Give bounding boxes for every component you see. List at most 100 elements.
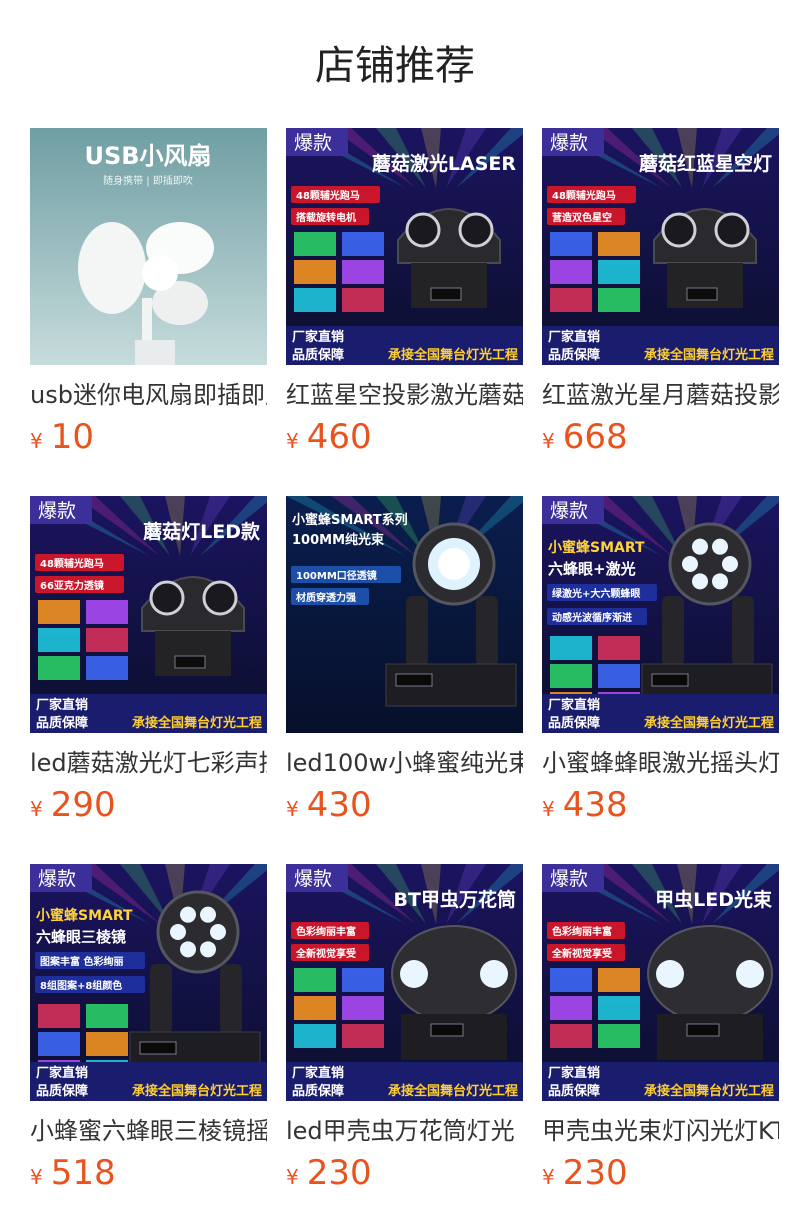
thumb-tag: 材质穿透力强 [296,591,356,604]
product-title[interactable]: led100w小蜂蜜纯光束 [286,746,523,780]
thumb-footer-left: 品质保障 [548,715,600,731]
currency-symbol: ¥ [542,797,555,821]
thumb-footer-left: 品质保障 [36,715,88,731]
thumb-badge: 爆款 [550,132,588,154]
thumb-badge: 爆款 [294,132,332,154]
product-image[interactable]: 爆款 小蜜蜂SMART 六蜂眼三棱镜 图案丰富 色彩绚丽 8组图案+8组颜色 厂家直销 品质… [30,864,267,1101]
page-title: 店铺推荐 [315,43,475,89]
product-price: ¥ 438 [542,785,628,825]
product-image[interactable]: USB小风扇随身携带 | 即插即吹 [30,128,267,365]
product-thumbnail: 爆款蘑菇激光LASER 48颗辅光跑马搭载旋转电机厂家直销品质保障 承接全国舞台灯光… [286,128,523,365]
product-image[interactable]: 爆款小蜜蜂SMART 六蜂眼+激光绿激光+大六颗蜂眼 动感光波循序渐进厂家直销品质保… [542,496,779,733]
thumb-tag: 营造双色星空 [552,211,612,224]
product-thumbnail: 爆款蘑菇红蓝星空灯 48颗辅光跑马营造双色星空厂家直销品质保障 承接全国舞台灯光工程 [542,128,779,365]
product-thumbnail: 小蜜蜂SMART系列 100MM纯光束 100MM口径透镜材质穿透力强 [286,496,523,733]
thumb-subline: 六蜂眼三棱镜 [36,928,126,946]
thumb-footer-right: 承接全国舞台灯光工程 [132,1083,262,1099]
thumb-footer-left: 品质保障 [292,347,344,363]
thumb-tag: 48颗辅光跑马 [552,189,616,202]
product-card[interactable]: 爆款 蘑菇灯LED款 48颗辅光跑马 66亚克力透镜 厂家直销 品质保障 承接全国舞台灯光工… [30,496,267,864]
thumb-tag: 色彩绚丽丰富 [296,925,356,938]
thumb-headline: 蘑菇激光LASER [372,152,516,175]
thumb-badge: 爆款 [38,868,76,890]
thumb-tag: 全新视觉享受 [295,947,356,960]
product-card[interactable]: 爆款 小蜜蜂SMART 六蜂眼三棱镜 图案丰富 色彩绚丽 8组图案+8组颜色 厂家直销 品质… [30,864,267,1232]
thumb-footer-right: 承接全国舞台灯光工程 [132,715,262,731]
thumb-footer-right: 承接全国舞台灯光工程 [388,1083,518,1099]
product-title[interactable]: led甲壳虫万花筒灯光 [286,1114,523,1148]
thumb-footer-right: 承接全国舞台灯光工程 [644,347,774,363]
product-title[interactable]: usb迷你电风扇即插即用 [30,378,267,412]
thumb-tag: 绿激光+大六颗蜂眼 [552,587,640,600]
product-card[interactable]: 爆款蘑菇激光LASER 48颗辅光跑马 搭载旋转电机厂家直销品质保障 承接全国舞台灯光… [286,128,523,496]
product-card[interactable]: 爆款小蜜蜂SMART 六蜂眼+激光绿激光+大六颗蜂眼 动感光波循序渐进厂家直销品质保… [542,496,779,864]
product-title[interactable]: 小蜜蜂蜂眼激光摇头灯 [542,746,779,780]
product-thumbnail: USB小风扇随身携带 | 即插即吹 [30,128,267,365]
price-amount: 10 [50,417,94,457]
thumb-subline: 随身携带 | 即插即吹 [103,174,193,187]
price-amount: 518 [50,1153,116,1193]
product-card[interactable]: 爆款蘑菇红蓝星空灯 48颗辅光跑马 营造双色星空厂家直销品质保障 承接全国舞台灯光工程… [542,128,779,496]
thumb-badge: 爆款 [550,500,588,522]
product-title[interactable]: 红蓝星空投影激光蘑菇灯 [286,378,523,412]
currency-symbol: ¥ [286,1165,299,1189]
thumb-footer-right: 承接全国舞台灯光工程 [644,715,774,731]
product-image[interactable]: 爆款 BT甲虫万花筒 色彩绚丽丰富 全新视觉享受 厂家直销 品质保障 承接全国舞台灯光工程 [286,864,523,1101]
product-title[interactable]: 甲壳虫光束灯闪光灯KTV [542,1114,779,1148]
product-thumbnail: 爆款甲虫LED光束色彩绚丽丰富全新视觉享受厂家直销品质保障 承接全国舞台灯光工程 [542,864,779,1101]
thumb-tag: 图案丰富 色彩绚丽 [40,955,123,968]
thumb-footer-left: 厂家直销 [548,329,600,345]
product-image[interactable]: 爆款 蘑菇灯LED款 48颗辅光跑马 66亚克力透镜 厂家直销 品质保障 承接全国舞台灯光工… [30,496,267,733]
product-price: ¥ 10 [30,417,94,457]
thumb-tag: 100MM口径透镜 [296,569,377,582]
thumb-tag: 搭载旋转电机 [296,211,356,224]
product-grid: USB小风扇 随身携带 | 即插即吹 usb迷你电风扇即插即用 ¥ 10 爆款 蘑菇… [30,128,790,1232]
product-card[interactable]: 爆款 甲虫LED光束 色彩绚丽丰富 全新视觉享受 厂家直销 品质保障 承接全国舞台灯光工程 … [542,864,779,1232]
thumb-footer-left: 品质保障 [548,1083,600,1099]
thumb-headline: 小蜜蜂SMART系列 [292,512,408,528]
product-thumbnail: 爆款蘑菇灯LED款 48颗辅光跑马 66亚克力透镜厂家直销品质保障 承接全国舞台灯光工… [30,496,267,733]
product-price: ¥ 230 [542,1153,628,1193]
price-amount: 230 [306,1153,372,1193]
currency-symbol: ¥ [542,1165,555,1189]
thumb-tag: 动感光波循序渐进 [552,611,632,624]
product-title[interactable]: 小蜂蜜六蜂眼三棱镜摇头 [30,1114,267,1148]
currency-symbol: ¥ [30,1165,43,1189]
thumb-headline: 蘑菇红蓝星空灯 [639,152,772,175]
product-card[interactable]: 小蜜蜂SMART系列 100MM纯光束 100MM口径透镜 材质穿透力强 led100… [286,496,523,864]
thumb-headline: 蘑菇灯LED款 [143,520,261,543]
thumb-footer-left: 品质保障 [36,1083,88,1099]
product-image[interactable]: 爆款蘑菇激光LASER 48颗辅光跑马 搭载旋转电机厂家直销品质保障 承接全国舞台灯光… [286,128,523,365]
thumb-footer-left: 厂家直销 [36,697,88,713]
product-title[interactable]: 红蓝激光星月蘑菇投影灯 [542,378,779,412]
price-amount: 430 [306,785,372,825]
thumb-footer-right: 承接全国舞台灯光工程 [644,1083,774,1099]
currency-symbol: ¥ [286,429,299,453]
thumb-footer-left: 厂家直销 [548,697,600,713]
product-card[interactable]: USB小风扇随身携带 | 即插即吹 usb迷你电风扇即插即用 ¥ 10 [30,128,267,496]
thumb-footer-right: 承接全国舞台灯光工程 [388,347,518,363]
thumb-footer-left: 厂家直销 [292,1065,344,1081]
thumb-subline: 六蜂眼+激光 [548,560,636,578]
product-price: ¥ 290 [30,785,116,825]
product-title[interactable]: led蘑菇激光灯七彩声控 [30,746,267,780]
product-card[interactable]: 爆款 BT甲虫万花筒 色彩绚丽丰富 全新视觉享受 厂家直销 品质保障 承接全国舞台灯光工程 … [286,864,523,1232]
product-thumbnail: 爆款 BT甲虫万花筒色彩绚丽丰富全新视觉享受厂家直销品质保障 承接全国舞台灯光工程 [286,864,523,1101]
thumb-footer-left: 厂家直销 [292,329,344,345]
thumb-headline: 小蜜蜂SMART [548,539,645,556]
thumb-headline: USB小风扇 [84,142,211,170]
product-image[interactable]: 小蜜蜂SMART系列 100MM纯光束 100MM口径透镜 材质穿透力强 [286,496,523,733]
product-thumbnail: 爆款小蜜蜂SMART 六蜂眼三棱镜图案丰富 色彩绚丽 8组图案+8组颜色厂家直销品质… [30,864,267,1101]
product-price: ¥ 230 [286,1153,372,1193]
product-image[interactable]: 爆款蘑菇红蓝星空灯 48颗辅光跑马 营造双色星空厂家直销品质保障 承接全国舞台灯光工程 [542,128,779,365]
product-price: ¥ 430 [286,785,372,825]
thumb-tag: 48颗辅光跑马 [296,189,360,202]
thumb-tag: 48颗辅光跑马 [40,557,104,570]
price-amount: 668 [562,417,628,457]
product-thumbnail: 爆款小蜜蜂SMART 六蜂眼+激光绿激光+大六颗蜂眼动感光波循序渐进厂家直销品质保… [542,496,779,733]
thumb-footer-left: 品质保障 [548,347,600,363]
product-image[interactable]: 爆款 甲虫LED光束 色彩绚丽丰富 全新视觉享受 厂家直销 品质保障 承接全国舞台灯光工程 [542,864,779,1101]
thumb-headline: BT甲虫万花筒 [394,888,516,911]
thumb-tag: 全新视觉享受 [551,947,612,960]
currency-symbol: ¥ [30,797,43,821]
